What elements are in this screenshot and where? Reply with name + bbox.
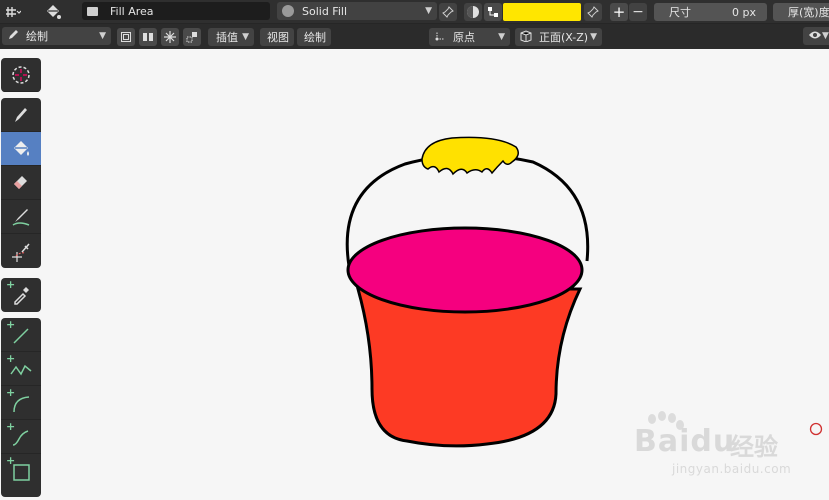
add-badge-icon: + bbox=[6, 420, 16, 433]
cursor-icon bbox=[12, 65, 30, 84]
tool-fill[interactable] bbox=[1, 132, 41, 166]
remove-button[interactable]: − bbox=[629, 3, 647, 21]
add-badge-icon: + bbox=[6, 386, 16, 399]
add-button[interactable]: + bbox=[610, 3, 628, 21]
chevron-down-icon: ▼ bbox=[498, 32, 505, 42]
watermark-url: jingyan.baidu.com bbox=[672, 462, 792, 476]
fill-color-swatch[interactable] bbox=[503, 3, 581, 21]
origin-label: 原点 bbox=[453, 31, 475, 44]
bucket-top-opening bbox=[346, 226, 584, 314]
tool-group-eyedropper: + bbox=[1, 278, 41, 312]
tool-erase[interactable] bbox=[1, 166, 41, 200]
viewport-canvas[interactable]: Baidu 经验 jingyan.baidu.com bbox=[42, 49, 829, 497]
tool-group-draw bbox=[1, 98, 41, 268]
add-badge-icon: + bbox=[6, 278, 16, 291]
snowflake-icon[interactable] bbox=[161, 28, 179, 46]
view-label: 视图 bbox=[267, 31, 289, 44]
tool-arc[interactable]: + bbox=[1, 386, 41, 420]
fill-area-field[interactable]: Fill Area bbox=[82, 2, 270, 20]
eye-icon bbox=[808, 29, 822, 44]
snap-grid-icon[interactable] bbox=[4, 3, 22, 21]
interpolate-label: 插值 bbox=[216, 31, 238, 44]
multiframe-icon[interactable] bbox=[139, 28, 157, 46]
watermark-brand: Baidu bbox=[634, 424, 736, 459]
draw-menu[interactable]: 绘制 bbox=[297, 28, 331, 46]
watermark-cn: 经验 bbox=[730, 433, 778, 461]
fill-mode-icon bbox=[282, 5, 294, 17]
mode-label: 绘制 bbox=[26, 30, 48, 43]
draw-on-back-icon[interactable] bbox=[117, 28, 135, 46]
tool-settings-header: Fill Area Solid Fill ▼ + − 尺寸 0 px 厚(宽)度 bbox=[0, 0, 829, 24]
pin-icon[interactable] bbox=[439, 3, 457, 21]
mode-header: 绘制 ▼ 插值 ▼ 视图 绘制 原点 ▼ 正面(X-Z) ▼ ▼ bbox=[0, 24, 829, 49]
fill-area-label: Fill Area bbox=[110, 4, 154, 18]
origin-icon bbox=[434, 30, 446, 45]
vertex-color-icon[interactable] bbox=[484, 3, 502, 21]
tool-draw[interactable] bbox=[1, 98, 41, 132]
view-menu[interactable]: 视图 bbox=[260, 28, 294, 46]
add-badge-icon: + bbox=[6, 318, 16, 331]
tool-polyline[interactable]: + bbox=[1, 352, 41, 386]
pencil-icon bbox=[7, 29, 19, 44]
tool-cutter[interactable] bbox=[1, 234, 41, 268]
size-value: 0 px bbox=[732, 5, 756, 19]
draw-icon bbox=[15, 107, 27, 122]
view-axis-label: 正面(X-Z) bbox=[539, 31, 589, 44]
fill-tool-header-icon[interactable] bbox=[44, 3, 62, 21]
pin-icon[interactable] bbox=[584, 3, 602, 21]
thickness-field[interactable]: 厚(宽)度 bbox=[773, 3, 829, 21]
tool-group-cursor bbox=[1, 58, 41, 92]
material-icon bbox=[87, 6, 98, 16]
chevron-down-icon: ▼ bbox=[822, 31, 829, 41]
fill-mode-dropdown[interactable]: Solid Fill ▼ bbox=[277, 2, 437, 20]
tint-icon bbox=[12, 208, 30, 226]
material-sphere-icon[interactable] bbox=[464, 3, 482, 21]
tool-eyedropper[interactable]: + bbox=[1, 278, 41, 312]
origin-dropdown[interactable]: 原点 ▼ bbox=[429, 28, 510, 46]
tool-box[interactable]: + bbox=[1, 454, 41, 488]
erase-icon bbox=[14, 175, 27, 189]
mode-dropdown[interactable]: 绘制 ▼ bbox=[2, 27, 111, 45]
plane-icon bbox=[520, 29, 532, 45]
size-label: 尺寸 bbox=[669, 6, 691, 19]
tool-cursor[interactable] bbox=[1, 58, 41, 92]
cursor-marker bbox=[809, 422, 823, 436]
chevron-down-icon: ▼ bbox=[590, 32, 597, 42]
view-axis-dropdown[interactable]: 正面(X-Z) ▼ bbox=[515, 28, 602, 46]
size-field[interactable]: 尺寸 0 px bbox=[654, 3, 767, 21]
draw-label: 绘制 bbox=[304, 31, 326, 44]
add-badge-icon: + bbox=[6, 352, 16, 365]
tool-tint[interactable] bbox=[1, 200, 41, 234]
bucket-handle-grip bbox=[421, 136, 519, 176]
chevron-down-icon: ▼ bbox=[425, 6, 432, 16]
chevron-down-icon: ▼ bbox=[99, 31, 106, 41]
tool-shelf: + + + + + + bbox=[0, 56, 42, 497]
fill-mode-value: Solid Fill bbox=[302, 4, 347, 18]
chevron-down-icon: ▼ bbox=[242, 32, 249, 42]
cutter-icon bbox=[12, 243, 30, 262]
visibility-dropdown[interactable]: ▼ bbox=[803, 27, 829, 45]
thickness-label: 厚(宽)度 bbox=[788, 6, 829, 19]
tool-line[interactable]: + bbox=[1, 318, 41, 352]
add-badge-icon: + bbox=[6, 454, 16, 467]
fill-icon bbox=[14, 140, 29, 156]
tool-group-primitives: + + + + + bbox=[1, 318, 41, 497]
guide-icon[interactable] bbox=[183, 28, 201, 46]
interpolate-dropdown[interactable]: 插值 ▼ bbox=[208, 28, 254, 46]
tool-curve[interactable]: + bbox=[1, 420, 41, 454]
